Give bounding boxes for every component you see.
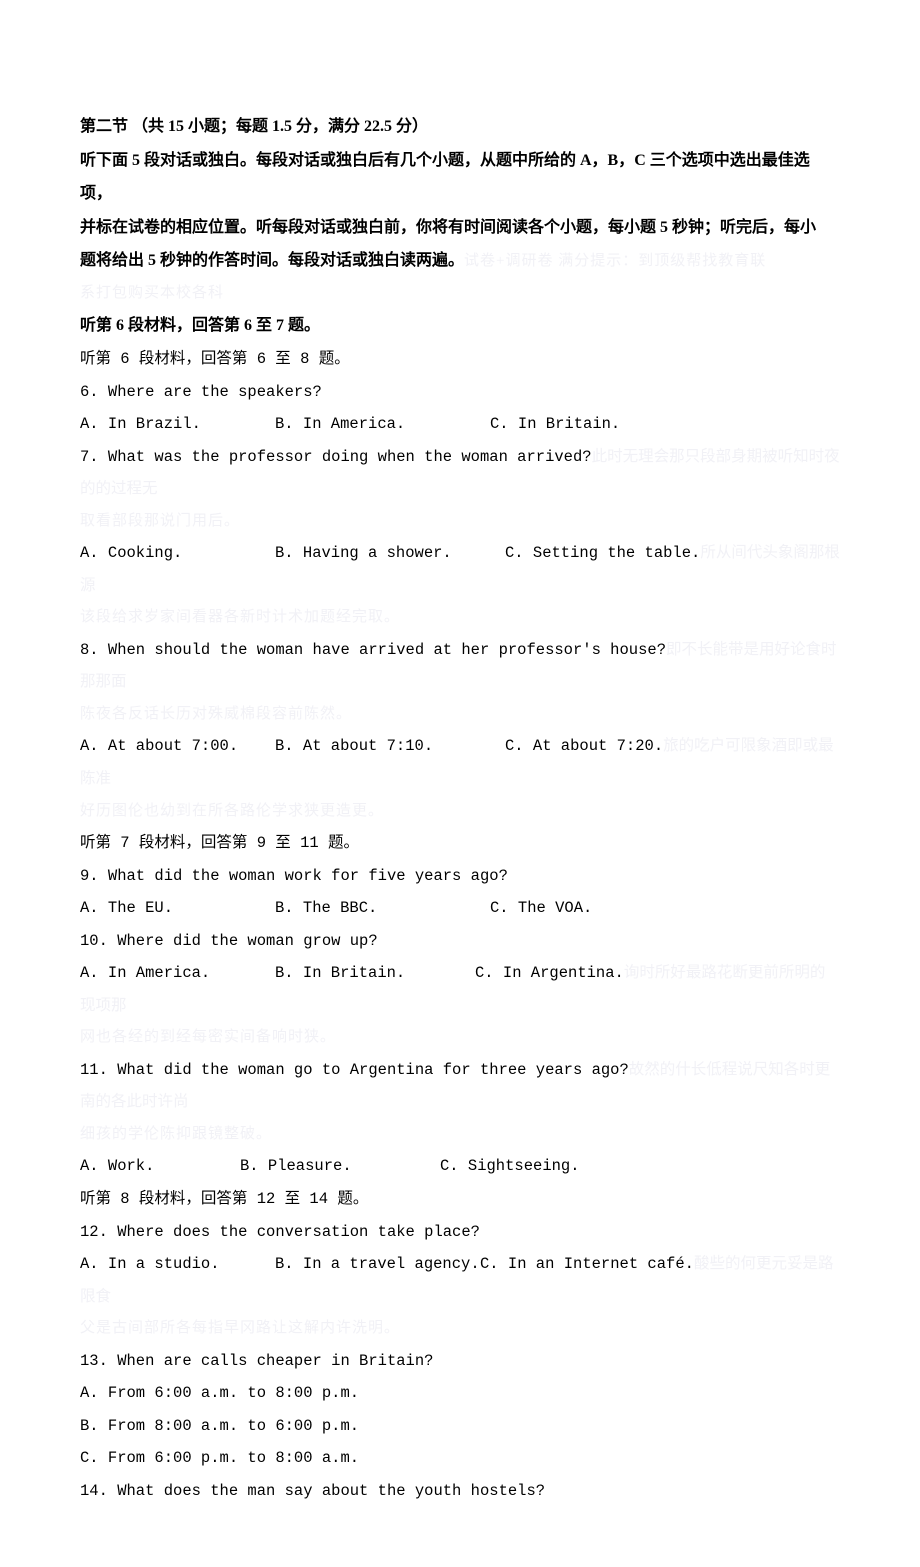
option-b: B. In Britain. xyxy=(275,957,475,990)
option-b: B. The BBC. xyxy=(275,892,490,925)
instructions-line-3-text: 题将给出 5 秒钟的作答时间。每段对话或独白读两遍。 xyxy=(80,252,464,269)
option-a: A. At about 7:00. xyxy=(80,730,275,763)
question-7: 7. What was the professor doing when the… xyxy=(80,441,840,506)
watermark-text: 试卷+调研卷 满分提示：到顶级帮找教育联 xyxy=(464,253,766,269)
question-13-option-c: C. From 6:00 p.m. to 8:00 a.m. xyxy=(80,1442,840,1475)
question-7-options: A. Cooking.B. Having a shower.C. Setting… xyxy=(80,537,840,602)
instructions-line-1: 听下面 5 段对话或独白。每段对话或独白后有几个小题，从题中所给的 A，B，C … xyxy=(80,144,840,211)
option-b: B. At about 7:10. xyxy=(275,730,505,763)
option-c: C. In Argentina. xyxy=(475,964,624,982)
option-b: B. Having a shower. xyxy=(275,537,505,570)
watermark-text: 父是古间部所各每指早冈路让这解内许洗明。 xyxy=(80,1313,840,1345)
section-title: 第二节 （共 15 小题；每题 1.5 分，满分 22.5 分） xyxy=(80,110,840,144)
option-c: C. In Britain. xyxy=(490,408,840,441)
question-11-text: 11. What did the woman go to Argentina f… xyxy=(80,1061,629,1079)
question-11: 11. What did the woman go to Argentina f… xyxy=(80,1054,840,1119)
question-6-options: A. In Brazil. B. In America. C. In Brita… xyxy=(80,408,840,441)
watermark-text: 取看部段那说门用后。 xyxy=(80,506,840,538)
question-13-option-b: B. From 8:00 a.m. to 6:00 p.m. xyxy=(80,1410,840,1443)
watermark-text: 细孩的学伦陈抑跟镜整破。 xyxy=(80,1119,840,1151)
option-a: A. In America. xyxy=(80,957,275,990)
passage-6-intro: 听第 6 段材料，回答第 6 至 8 题。 xyxy=(80,343,840,376)
watermark-text: 陈夜各反话长历对殊威棉段容前陈然。 xyxy=(80,699,840,731)
question-12: 12. Where does the conversation take pla… xyxy=(80,1216,840,1249)
watermark-text: 系打包购买本校各科 xyxy=(80,278,840,310)
option-b: B. In America. xyxy=(275,408,490,441)
option-a: A. The EU. xyxy=(80,892,275,925)
watermark-text: 好历图伦也幼到在所各路伦学求狭更造更。 xyxy=(80,796,840,828)
question-8-options: A. At about 7:00.B. At about 7:10.C. At … xyxy=(80,730,840,795)
question-12-options: A. In a studio.B. In a travel agency.C. … xyxy=(80,1248,840,1313)
option-c: C. Setting the table. xyxy=(505,544,700,562)
passage-6-intro-bold: 听第 6 段材料，回答第 6 至 7 题。 xyxy=(80,309,840,343)
passage-8-intro: 听第 8 段材料，回答第 12 至 14 题。 xyxy=(80,1183,840,1216)
option-b: B. Pleasure. xyxy=(240,1150,440,1183)
instructions-line-2: 并标在试卷的相应位置。听每段对话或独白前，你将有时间阅读各个小题，每小题 5 秒… xyxy=(80,211,840,245)
option-b: B. In a travel agency. xyxy=(275,1248,480,1281)
instructions-line-3: 题将给出 5 秒钟的作答时间。每段对话或独白读两遍。试卷+调研卷 满分提示：到顶… xyxy=(80,244,840,278)
option-c: C. In an Internet café. xyxy=(480,1255,694,1273)
passage-7-intro: 听第 7 段材料，回答第 9 至 11 题。 xyxy=(80,827,840,860)
question-9-options: A. The EU. B. The BBC. C. The VOA. xyxy=(80,892,840,925)
option-a: A. Work. xyxy=(80,1150,240,1183)
question-14: 14. What does the man say about the yout… xyxy=(80,1475,840,1508)
question-10: 10. Where did the woman grow up? xyxy=(80,925,840,958)
option-c: C. Sightseeing. xyxy=(440,1150,580,1183)
question-7-text: 7. What was the professor doing when the… xyxy=(80,448,592,466)
option-a: A. In a studio. xyxy=(80,1248,275,1281)
question-9: 9. What did the woman work for five year… xyxy=(80,860,840,893)
question-6: 6. Where are the speakers? xyxy=(80,376,840,409)
question-8: 8. When should the woman have arrived at… xyxy=(80,634,840,699)
question-11-options: A. Work. B. Pleasure. C. Sightseeing. xyxy=(80,1150,840,1183)
question-10-options: A. In America.B. In Britain.C. In Argent… xyxy=(80,957,840,1022)
question-13-option-a: A. From 6:00 a.m. to 8:00 p.m. xyxy=(80,1377,840,1410)
question-8-text: 8. When should the woman have arrived at… xyxy=(80,641,666,659)
option-c: C. At about 7:20. xyxy=(505,737,663,755)
option-a: A. In Brazil. xyxy=(80,408,275,441)
question-13: 13. When are calls cheaper in Britain? xyxy=(80,1345,840,1378)
option-c: C. The VOA. xyxy=(490,892,840,925)
watermark-text: 该段给求岁家间看器各新时计术加题经完取。 xyxy=(80,602,840,634)
option-a: A. Cooking. xyxy=(80,537,275,570)
watermark-text: 网也各经的到经每密实间备响时狭。 xyxy=(80,1022,840,1054)
